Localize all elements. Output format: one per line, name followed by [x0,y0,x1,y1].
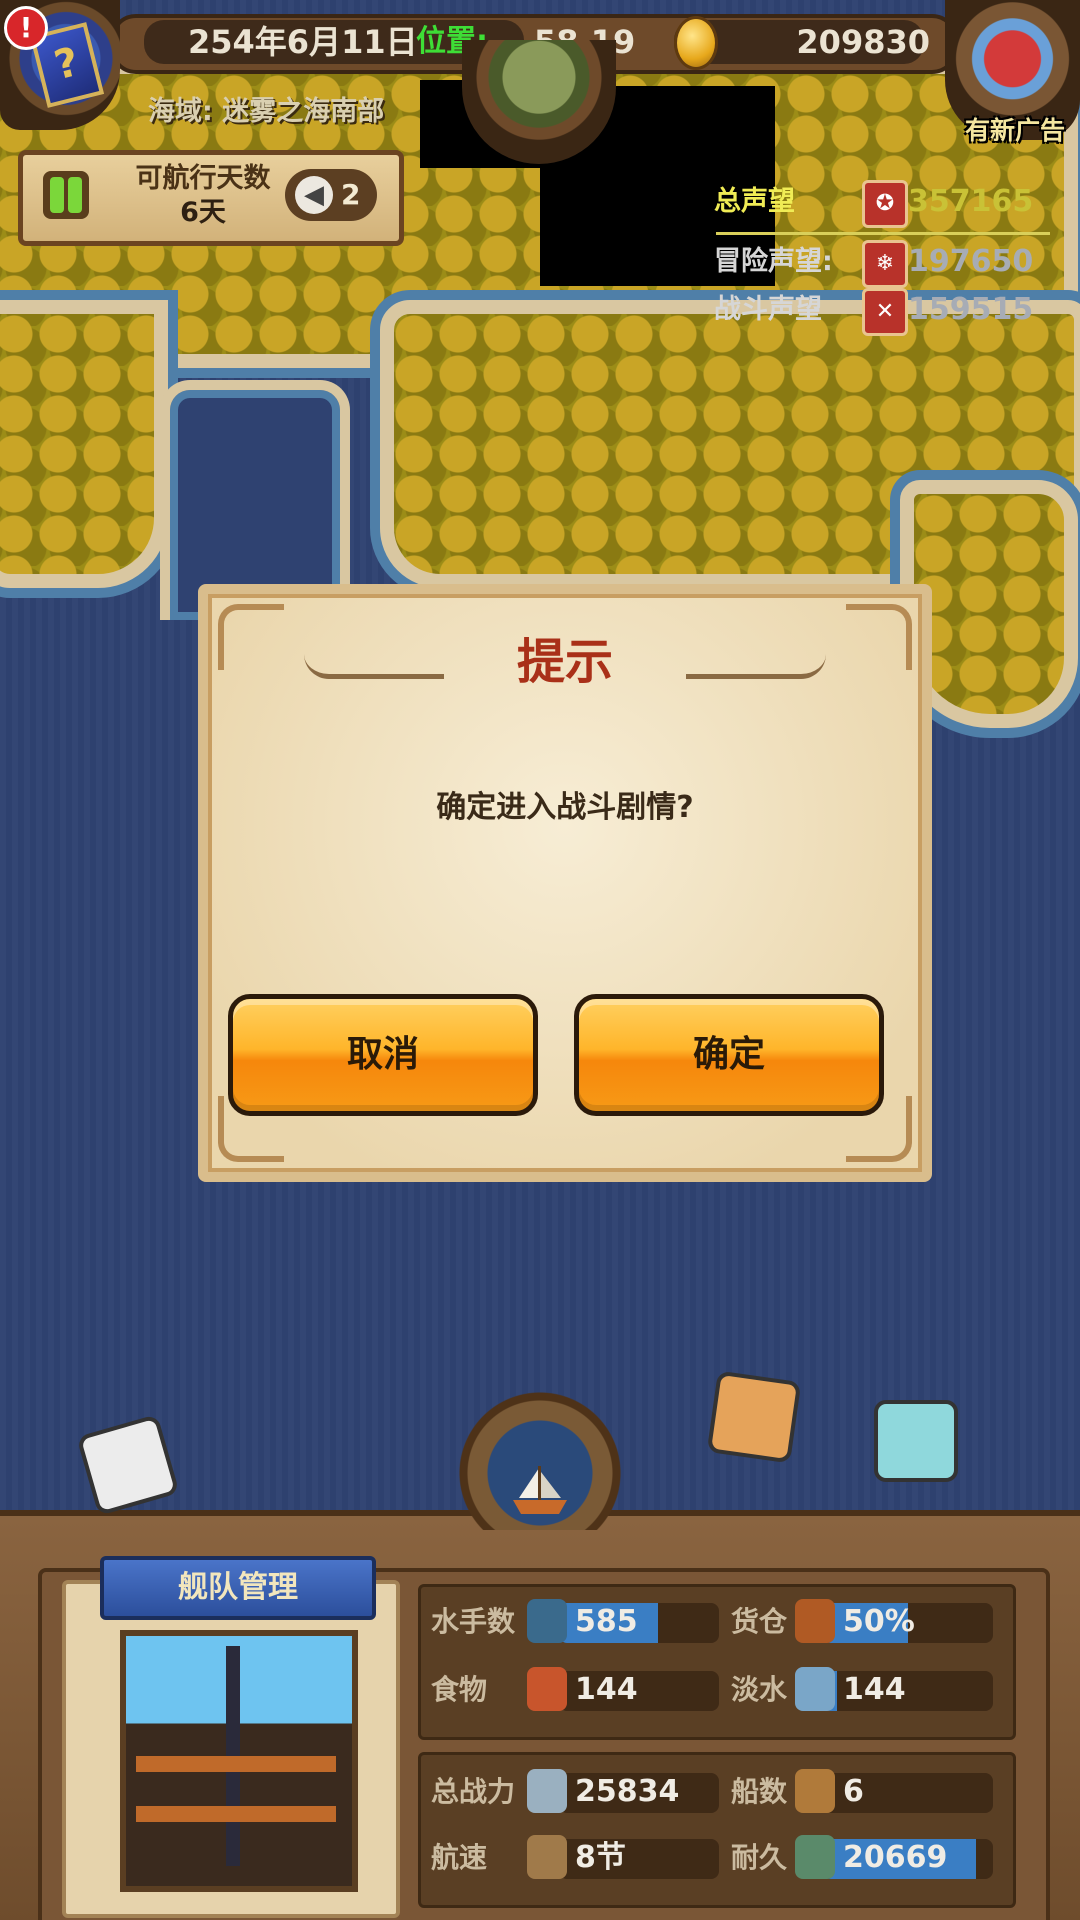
game-screen: { "top_bar": { "date": "254年6月11日", "pos… [0,0,1080,1920]
reputation-total: 总声望 ✪ 357165 [714,180,1054,228]
stat-value: 144 [575,1672,638,1707]
swords-icon [527,1769,567,1813]
flagship-portrait[interactable] [120,1630,358,1892]
gold-amount: 209830 [796,23,930,61]
speed-toggle-button[interactable]: ◀ 2 [285,169,377,221]
stat-sailors: 水手数 585 [431,1599,721,1645]
stat-cargo: 货仓 50% [731,1599,1001,1645]
stat-label: 航速 [431,1841,488,1874]
sail-icon [527,1835,567,1879]
stat-label: 船数 [731,1775,788,1808]
sailor-icon [527,1599,567,1643]
arrow-left-icon: ◀ [295,176,333,214]
stat-durability: 耐久 20669 [731,1835,1001,1881]
stat-water: 淡水 144 [731,1667,1001,1713]
stat-value: 50% [843,1604,915,1639]
durability-icon [795,1835,835,1879]
stat-speed: 航速 8节 [431,1835,721,1881]
cancel-button[interactable]: 取消 [228,994,538,1116]
cyan-cat-pet[interactable] [874,1400,958,1482]
stat-power: 总战力 25834 [431,1769,721,1815]
stat-value: 6 [843,1774,864,1809]
reputation-divider [716,232,1050,235]
stat-value: 20669 [843,1840,948,1875]
confirm-button[interactable]: 确定 [574,994,884,1116]
ship-deck [136,1806,336,1822]
dialog-message: 确定进入战斗剧情? [436,790,694,825]
reputation-battle-value: 159515 [908,292,1034,327]
fleet-management-title[interactable]: 舰队管理 [100,1556,376,1620]
sea-region-name: 海域: 迷雾之海南部 [148,96,385,127]
reputation-total-value: 357165 [908,184,1034,219]
fleet-strength-box: 总战力 25834 船数 6 航速 8节 耐久 20669 [418,1752,1016,1908]
reputation-adventure: 冒险声望: ❄ 197650 [714,240,1054,288]
speed-value: 2 [341,178,361,211]
reputation-adventure-label: 冒险声望: [714,246,833,277]
ship-count-icon [795,1769,835,1813]
stat-label: 总战力 [431,1775,516,1808]
stat-value: 8节 [575,1840,626,1875]
stat-value: 585 [575,1604,638,1639]
stat-label: 淡水 [731,1673,788,1706]
gold-coin-icon [674,16,718,70]
stat-label: 货仓 [731,1605,788,1638]
fleet-supplies-box: 水手数 585 货仓 50% 食物 144 淡水 144 [418,1584,1016,1740]
stat-label: 食物 [431,1673,488,1706]
sailing-days-value: 6天 [180,197,226,228]
dialog-title: 提示 [516,634,613,690]
pause-icon [50,177,64,213]
confirm-dialog: 提示 确定进入战斗剧情? 取消 确定 [198,584,932,1182]
stat-label: 耐久 [731,1841,788,1874]
shiba-dog-pet[interactable] [706,1370,802,1464]
sailing-days-title: 可航行天数 [135,163,271,194]
reputation-total-label: 总声望 [714,186,795,217]
stat-food: 食物 144 [431,1667,721,1713]
reputation-adventure-value: 197650 [908,244,1034,279]
cargo-icon [795,1599,835,1643]
meat-icon [527,1667,567,1711]
pause-button[interactable] [43,171,89,219]
stat-label: 水手数 [431,1605,516,1638]
adventure-reputation-icon: ❄ [862,240,908,288]
sailing-days-panel: 可航行天数 6天 ◀ 2 [18,150,404,246]
reputation-battle-label: 战斗声望 [714,294,822,325]
stat-value: 144 [843,1672,906,1707]
island-peninsula-west [0,300,168,588]
stat-value: 25834 [575,1774,680,1809]
ship-deck [136,1756,336,1772]
sailing-ship-icon[interactable] [505,1464,575,1518]
stat-ships: 船数 6 [731,1769,1001,1815]
battle-reputation-icon: ✕ [862,288,908,336]
pause-icon [68,177,82,213]
total-reputation-icon: ✪ [862,180,908,228]
water-jug-icon [795,1667,835,1711]
ad-label[interactable]: 有新广告 [955,114,1075,148]
reputation-battle: 战斗声望 ✕ 159515 [714,288,1054,336]
alert-icon: ! [4,6,48,50]
